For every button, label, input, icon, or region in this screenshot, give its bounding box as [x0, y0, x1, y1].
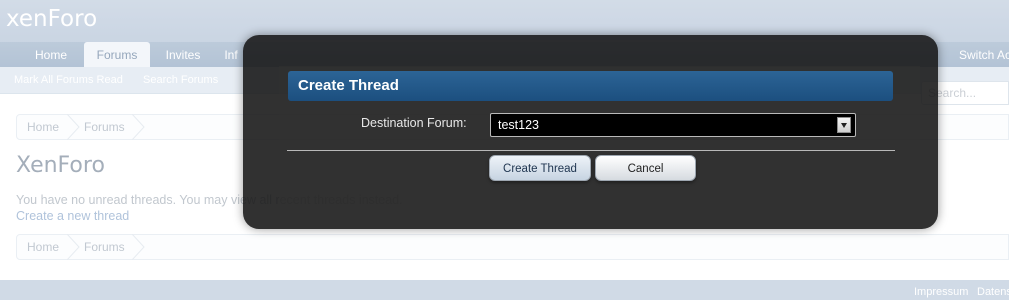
chevron-down-icon[interactable]: [837, 117, 851, 133]
dialog-divider: [287, 150, 895, 151]
cancel-button[interactable]: Cancel: [595, 155, 696, 181]
create-thread-button[interactable]: Create Thread: [489, 155, 591, 181]
destination-forum-select[interactable]: test123: [490, 113, 856, 137]
destination-forum-value: test123: [498, 118, 540, 132]
dialog-title: Create Thread: [288, 71, 893, 101]
destination-forum-label: Destination Forum:: [361, 116, 467, 130]
